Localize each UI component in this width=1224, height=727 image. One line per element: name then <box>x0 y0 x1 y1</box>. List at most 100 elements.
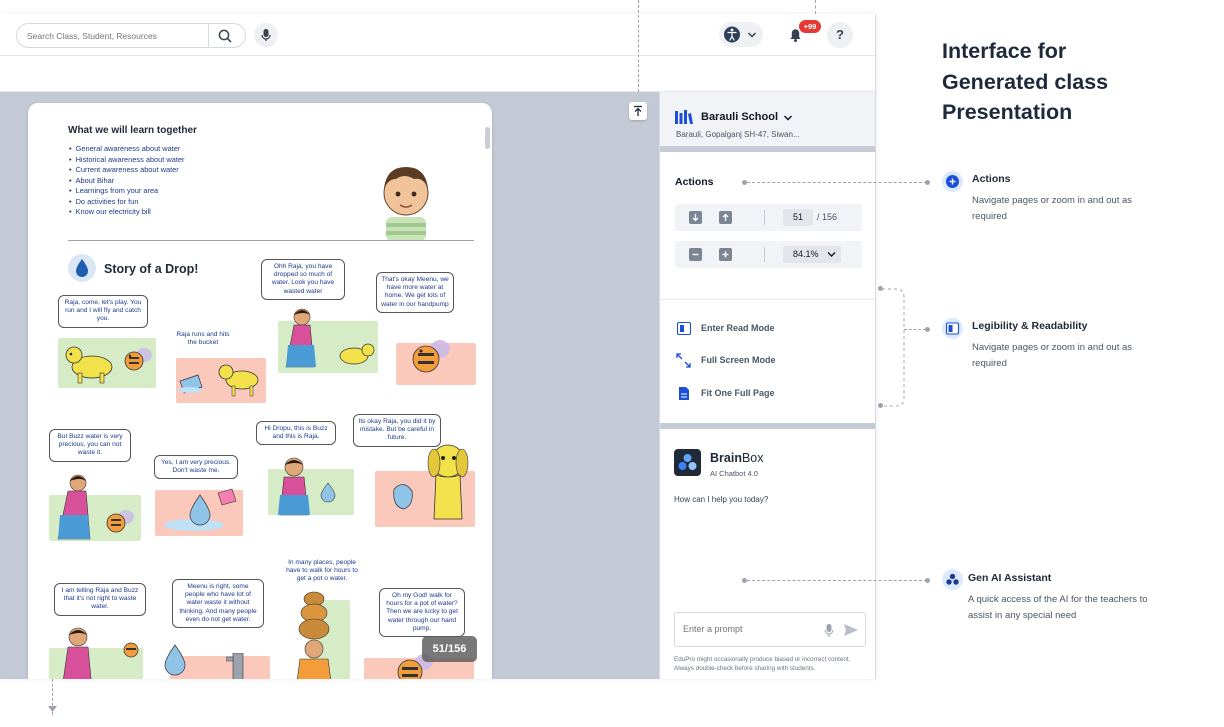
list-item: Do activities for fun <box>69 197 184 208</box>
water-drop-icon <box>68 254 96 282</box>
annotation-item-title: Gen AI Assistant <box>968 572 1052 584</box>
speech-bubble: But Buzz water is very precious, you can… <box>49 429 131 462</box>
full-screen-mode-label: Full Screen Mode <box>701 355 776 365</box>
search-input[interactable] <box>27 28 207 44</box>
scroll-to-top-button[interactable] <box>629 102 647 120</box>
list-item: General awareness about water <box>69 144 184 155</box>
zoom-out-button[interactable] <box>689 248 702 261</box>
help-button[interactable]: ? <box>827 22 853 48</box>
list-item: Learnings from your area <box>69 186 184 197</box>
fit-page-button[interactable]: Fit One Full Page <box>675 386 865 402</box>
microphone-icon[interactable] <box>823 623 835 638</box>
divider <box>764 247 765 262</box>
next-page-button[interactable] <box>689 211 702 224</box>
minus-icon <box>692 253 699 256</box>
fit-page-label: Fit One Full Page <box>701 388 775 398</box>
divider <box>660 299 875 300</box>
dog-illustration <box>218 364 259 397</box>
brainbox-name-bold: Brain <box>710 451 742 465</box>
chatbot-greeting: How can I help you today? <box>674 495 769 504</box>
brainbox-logo <box>674 449 701 476</box>
prompt-input[interactable] <box>683 624 813 634</box>
previous-page-button[interactable] <box>719 211 732 224</box>
top-bar: +99 ? <box>0 14 875 56</box>
list-item: About Bihar <box>69 176 184 187</box>
chevron-down-icon <box>747 32 757 38</box>
ai-assistant-icon <box>942 569 963 590</box>
connector-line <box>638 0 639 92</box>
dog-illustration <box>393 444 469 520</box>
arrow-up-to-top-icon <box>634 105 642 116</box>
divider <box>660 423 875 429</box>
list-item: Know our electricity bill <box>69 207 184 218</box>
annotation-item-desc: Navigate pages or zoom in and out as req… <box>972 195 1133 222</box>
zoom-level-select[interactable]: 84.1% <box>783 246 841 263</box>
microphone-icon <box>261 29 271 41</box>
connector-dot <box>925 180 930 185</box>
connector-line <box>747 580 927 581</box>
divider <box>764 210 765 225</box>
arrow-down-icon <box>48 706 57 712</box>
connector-line <box>815 0 816 14</box>
bee-illustration <box>123 642 139 658</box>
learn-list: General awareness about water Historical… <box>69 144 185 218</box>
document-page: What we will learn together General awar… <box>28 103 492 679</box>
full-screen-mode-button[interactable]: Full Screen Mode <box>675 353 865 369</box>
dog-illustration <box>65 346 113 384</box>
page-navigation-row: 51 / 156 <box>675 204 862 231</box>
current-page-input[interactable]: 51 <box>783 209 813 226</box>
speech-bubble: Meenu is right, some people who have lot… <box>172 579 264 629</box>
bee-illustration <box>124 348 152 371</box>
search-button[interactable] <box>215 27 235 45</box>
speech-bubble: Raja, come, let's play. You run and I wi… <box>58 295 148 328</box>
school-name: Barauli School <box>701 111 779 123</box>
library-books-icon <box>675 110 693 124</box>
arrow-up-icon <box>722 213 729 221</box>
prompt-box <box>674 612 866 647</box>
document-viewer[interactable]: What we will learn together General awar… <box>0 92 659 679</box>
actions-title: Actions <box>675 176 714 188</box>
read-mode-icon <box>942 318 963 339</box>
girl-illustration <box>63 627 92 679</box>
page-counter-badge: 51/156 <box>422 636 477 662</box>
voice-search-button[interactable] <box>254 23 278 47</box>
speech-bubble: Yes, I am very precious. Don't waste me. <box>154 455 238 480</box>
learn-title: What we will learn together <box>68 125 197 136</box>
boy-illustration <box>383 167 429 241</box>
connector-line <box>747 182 927 183</box>
water-drop-character <box>164 644 186 676</box>
speech-bubble: That's okay Meenu, we have more water at… <box>376 272 454 313</box>
annotation-item-desc: A quick access of the AI for the teacher… <box>968 594 1148 621</box>
document-icon <box>679 387 689 400</box>
page-scrollbar-thumb[interactable] <box>485 127 490 149</box>
read-mode-button[interactable]: Enter Read Mode <box>675 321 865 337</box>
annotation-item-title: Legibility & Readability <box>972 320 1088 332</box>
annotation-item-desc: Navigate pages or zoom in and out as req… <box>972 342 1133 369</box>
list-item: Historical awareness about water <box>69 155 185 166</box>
connector-dot <box>925 327 930 332</box>
ai-disclaimer: EduPro might occasionally produce biased… <box>674 656 851 672</box>
bee-illustration <box>412 340 450 373</box>
brainbox-subtitle: AI Chatbot 4.0 <box>710 469 758 478</box>
search-box <box>16 23 246 48</box>
chevron-down-icon <box>783 115 793 121</box>
school-selector[interactable]: Barauli School Barauli, Gopalganj SH-47,… <box>660 92 875 152</box>
girl-illustration <box>278 457 310 516</box>
accessibility-menu-button[interactable] <box>719 22 763 47</box>
connector-line <box>904 329 926 330</box>
zoom-in-button[interactable] <box>719 248 732 261</box>
search-divider <box>208 24 209 47</box>
girl-illustration <box>57 474 91 540</box>
water-drop-character <box>164 488 237 531</box>
list-item: Current awareness about water <box>69 165 184 176</box>
brainbox-name-rest: Box <box>741 451 764 465</box>
caption: In many places, people have to walk for … <box>286 559 358 583</box>
woman-with-pots-illustration <box>297 591 331 679</box>
read-mode-label: Enter Read Mode <box>701 323 775 333</box>
speech-bubble: I am telling Raja and Buzz that it's not… <box>54 583 146 616</box>
speech-bubble: Oh my God! walk for hours for a pot of w… <box>379 588 465 638</box>
girl-illustration <box>285 308 316 368</box>
zoom-level-value: 84.1% <box>793 249 819 259</box>
send-icon[interactable] <box>843 622 859 638</box>
annotation-item-title: Actions <box>972 173 1011 185</box>
